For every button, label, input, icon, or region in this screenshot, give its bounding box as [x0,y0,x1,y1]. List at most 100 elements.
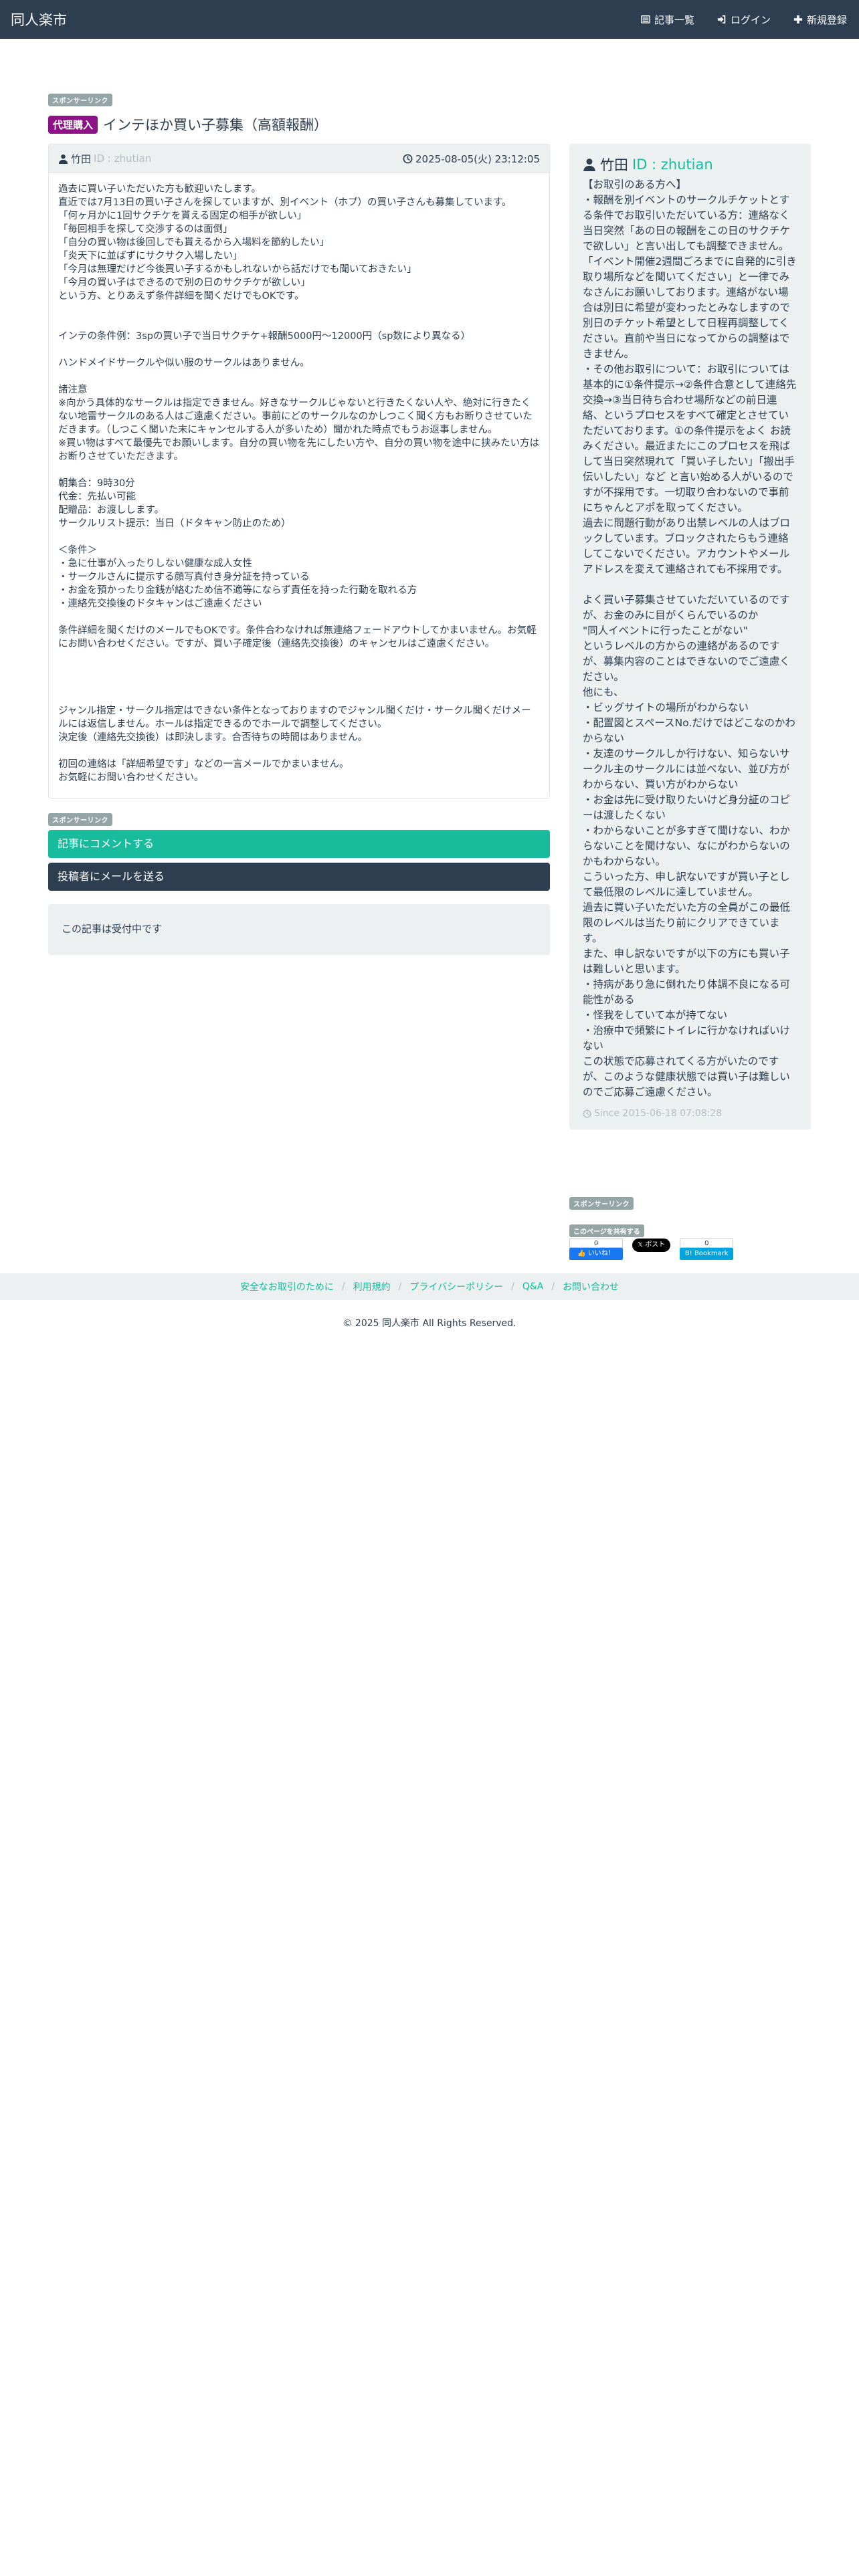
user-icon [58,154,68,164]
hatena-bookmark-button[interactable]: B! Bookmark [680,1248,734,1260]
profile-body-line: 他にも、 [583,686,624,698]
footer-separator: / [511,1281,514,1292]
sponsor-label-top: スポンサーリンク [48,94,112,106]
facebook-like-label: いいね！ [587,1250,615,1257]
footer-link-terms[interactable]: 利用規約 [353,1280,391,1293]
profile-box: 竹田 ID : zhutian 【お取引のある方へ】 ・報酬を別イベントのサークル… [569,144,811,1130]
sponsor-wrap-bottom: スポンサーリンク [48,813,550,826]
footer-separator: / [398,1281,402,1292]
status-well: この記事は受付中です [48,904,550,955]
article-body-line: 「炎天下に並ばずにサクサク入場したい」 [58,251,243,261]
footer-link-contact[interactable]: お問い合わせ [563,1280,619,1293]
article-body-line: 初回の連絡は「詳細希望です」などの一言メールでかまいません。 [58,759,349,770]
status-text: この記事は受付中です [62,923,163,935]
article-body-line: 諸注意 [58,385,88,395]
profile-column: 竹田 ID : zhutian 【お取引のある方へ】 ・報酬を別イベントのサークル… [569,144,811,1130]
profile-since: Since 2015-06-18 07:08:28 [583,1108,797,1119]
clock-icon [403,154,413,163]
share-label: このページを共有する [569,1224,644,1237]
nav-login[interactable]: ログイン [717,13,771,27]
main-column: スポンサーリンク 代理購入 インテほか買い子募集（高額報酬） 竹田 ID : z… [48,94,550,955]
article-body-line: 条件詳細を聞くだけのメールでもOKです。条件合わなければ無連絡フェードアウトして… [58,625,537,649]
article-body-line: ・連絡先交換後のドタキャンはご遠慮ください [58,599,262,609]
article-body-line: 「自分の買い物は後回しでも貰えるから入場料を節約したい」 [58,237,330,248]
mail-author-button[interactable]: 投稿者にメールを送る [48,863,550,891]
profile-body-line: "同人イベントに行ったことがない" [583,625,748,637]
article-body-line [58,664,540,677]
x-post-label: ポスト [645,1241,666,1249]
profile-body-line: ・配置図とスペースNo.だけではどこなのかわからない [583,717,795,744]
profile-body-line: よく買い子募集させていただいているのですが、お金のみに目がくらんでいるのか [583,594,790,621]
hatena-logo-icon: B! [684,1250,692,1257]
x-logo-icon: 𝕏 [638,1241,644,1249]
site-brand[interactable]: 同人楽市 [11,9,67,29]
article-title: インテほか買い子募集（高額報酬） [103,117,328,133]
nav-login-label: ログイン [730,13,771,26]
facebook-like-button[interactable]: 👍 いいね！ [569,1248,623,1260]
article-body: 過去に買い子いただいた方も歓迎いたします。 直近では7月13日の買い子さんを探して… [49,173,549,798]
article-body-line [58,370,540,383]
article-body-line: 代金：先払い可能 [58,492,136,502]
profile-since-text: Since 2015-06-18 07:08:28 [594,1108,723,1119]
sponsor-label-side: スポンサーリンク [569,1197,634,1210]
article-body-line: ※買い物はすべて最優先でお願いします。自分の買い物を先にしたい方や、自分の買い物… [58,438,540,462]
article-body-line [58,611,540,624]
article-body-line [58,316,540,330]
footer-link-safety[interactable]: 安全なお取引のために [240,1280,334,1293]
facebook-share: 0 👍 いいね！ [569,1239,623,1260]
article-title-row: 代理購入 インテほか買い子募集（高額報酬） [48,114,550,134]
article-body-line: 「今月の買い子はできるので別の日のサクチケが欲しい」 [58,278,310,288]
article-body-line: 「何ヶ月かに1回サクチケを貰える固定の相手が欲しい」 [58,211,307,221]
nav-register[interactable]: 新規登録 [793,13,847,27]
profile-body-line: ・治療中で頻繁にトイレに行かなければいけない [583,1025,791,1052]
article-body-line: ・急に仕事が入ったりしない健康な成人女性 [58,558,252,569]
article-body-line [58,651,540,664]
article-body-line [58,463,540,477]
article-body-line: ジャンル指定・サークル指定はできない条件となっておりますのでジャンル聞くだけ・サ… [58,706,531,730]
comment-button[interactable]: 記事にコメントする [48,830,550,858]
article-body-line: 直近では7月13日の買い子さんを探していますが、別イベント（ホプ）の買い子さんも… [58,197,512,208]
article-body-line [58,744,540,758]
profile-body-line: また、申し訳ないですが以下の方にも買い子は難しいと思います。 [583,948,790,975]
hatena-share: 0 B! Bookmark [680,1239,734,1260]
plus-icon [793,15,803,24]
profile-body-line: ・友達のサークルしか行けない、知らないサークル主のサークルには並べない、並び方が… [583,748,790,790]
profile-body-line: ・お金は先に受け取りたいけど身分証のコピーは渡したくない [583,794,791,821]
hatena-bookmark-label: Bookmark [694,1250,729,1257]
login-icon [717,15,726,24]
article-body-line [58,303,540,316]
article-body-line: ＜条件＞ [58,545,97,556]
article-body-line: お気軽にお問い合わせください。 [58,772,204,783]
hatena-count: 0 [680,1239,734,1248]
share-area: スポンサーリンク このページを共有する 0 👍 いいね！ 𝕏 ポスト 0 B! … [569,1197,770,1260]
profile-body-line: ・ビッグサイトの場所がわからない [583,702,749,714]
article-date: 2025-08-05(火) 23:12:05 [403,152,540,166]
article-panel-header: 竹田 ID : zhutian 2025-08-05(火) 23:12:05 [49,144,549,173]
profile-body-line: こういった方、申し訳ないですが買い子として最低限のレベルに達していません。 [583,871,790,898]
article-body-line: 「毎回相手を探して交渉するのは面倒」 [58,224,233,235]
article-body-line: ハンドメイドサークルや似い服のサークルはありません。 [58,358,310,368]
article-panel: 竹田 ID : zhutian 2025-08-05(火) 23:12:05 過… [48,144,550,798]
footer-link-privacy[interactable]: プライバシーポリシー [409,1280,503,1293]
profile-body-line [583,577,797,593]
article-body-line [58,691,540,704]
footer-links: 安全なお取引のために / 利用規約 / プライバシーポリシー / Q&A / お… [0,1273,859,1300]
article-body-line: という方、とりあえず条件詳細を聞くだけでもOKです。 [58,291,304,302]
profile-body-line: 【お取引のある方へ】 [583,179,687,191]
nav-article-list-label: 記事一覧 [654,13,694,26]
author-info: 竹田 ID : zhutian [58,152,151,166]
profile-id[interactable]: ID : zhutian [632,156,713,173]
profile-name: 竹田 [600,157,628,173]
article-body-line [58,530,540,544]
footer-link-qa[interactable]: Q&A [522,1281,544,1292]
profile-body-line: この状態で応募されてくる方がいたのですが、このような健康状態では買い子は難しいの… [583,1055,790,1098]
profile-body-line: 過去に問題行動があり出禁レベルの人はブロックしています。ブロックされたらもう連絡… [583,517,791,575]
footer-separator: / [341,1281,345,1292]
clock-icon [583,1109,591,1118]
profile-body-line: ・その他お取引について：お取引については基本的に①条件提示→②条件合意として連絡… [583,363,797,514]
x-post-button[interactable]: 𝕏 ポスト [632,1239,671,1252]
nav-article-list[interactable]: 記事一覧 [641,13,694,27]
author-name[interactable]: 竹田 [71,152,91,166]
footer-separator: / [551,1281,555,1292]
sponsor-label-bottom: スポンサーリンク [48,813,112,826]
